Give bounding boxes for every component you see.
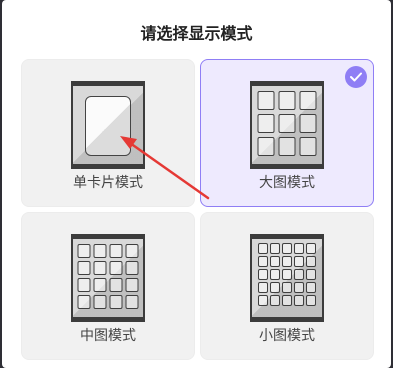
medium-grid-icon (71, 234, 145, 322)
mode-label-single-card: 单卡片模式 (73, 175, 143, 191)
mode-label-large: 大图模式 (259, 175, 315, 191)
mode-option-large[interactable]: 大图模式 (200, 59, 374, 207)
selected-check-icon (345, 66, 367, 88)
mode-option-single-card[interactable]: 单卡片模式 (21, 59, 195, 207)
display-mode-dialog: 请选择显示模式 单卡片模式 大图模式 中图模式 小图模式 (2, 0, 391, 368)
mode-label-small: 小图模式 (259, 328, 315, 344)
single-card-icon (71, 81, 145, 169)
mode-option-medium[interactable]: 中图模式 (21, 212, 195, 360)
mode-label-medium: 中图模式 (80, 328, 136, 344)
mode-option-small[interactable]: 小图模式 (200, 212, 374, 360)
dialog-title: 请选择显示模式 (140, 24, 253, 43)
large-grid-icon (250, 81, 324, 169)
small-grid-icon (250, 234, 324, 322)
